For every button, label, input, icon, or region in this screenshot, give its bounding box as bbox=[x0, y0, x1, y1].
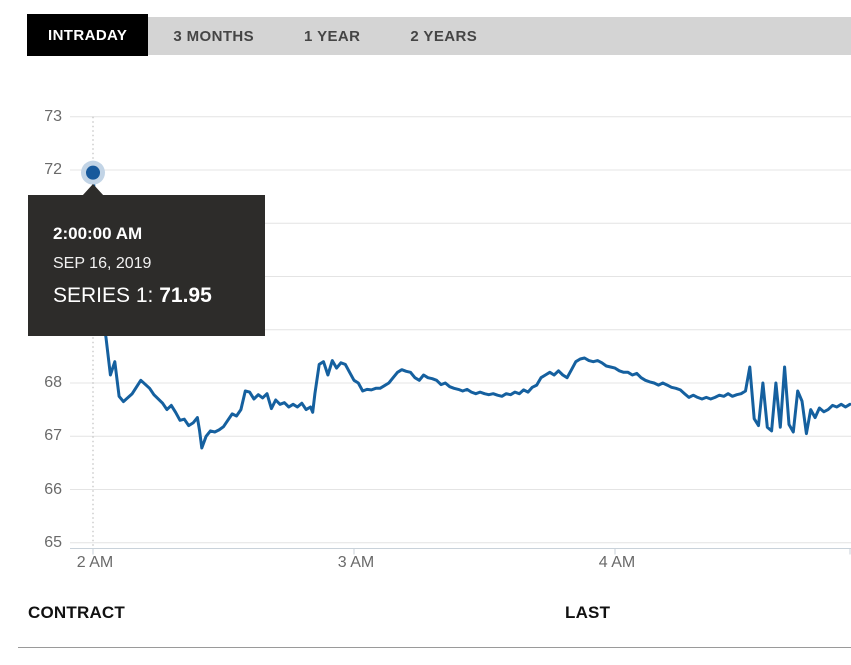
x-tick-label-3-am: 3 AM bbox=[326, 554, 386, 572]
tooltip-series-value: SERIES 1: 71.95 bbox=[53, 284, 265, 308]
x-tick-label-4-am: 4 AM bbox=[587, 554, 647, 572]
tooltip-caret bbox=[82, 184, 104, 196]
data-point-marker[interactable] bbox=[86, 166, 100, 180]
y-tick-label-65: 65 bbox=[28, 534, 62, 552]
y-tick-label-67: 67 bbox=[28, 427, 62, 445]
y-tick-label-72: 72 bbox=[28, 161, 62, 179]
chart-tooltip: 2:00:00 AM SEP 16, 2019 SERIES 1: 71.95 bbox=[28, 195, 265, 336]
x-tick-label-2-am: 2 AM bbox=[65, 554, 125, 572]
tooltip-time: 2:00:00 AM bbox=[53, 224, 265, 244]
column-header-contract: CONTRACT bbox=[28, 603, 125, 623]
column-header-last: LAST bbox=[565, 603, 610, 623]
tooltip-series-label: SERIES 1: bbox=[53, 284, 159, 307]
tooltip-value: 71.95 bbox=[159, 284, 212, 307]
intraday-chart-screen: INTRADAY 3 MONTHS 1 YEAR 2 YEARS 6566676… bbox=[0, 0, 851, 665]
y-tick-label-73: 73 bbox=[28, 108, 62, 126]
table-divider bbox=[18, 647, 851, 648]
tooltip-date: SEP 16, 2019 bbox=[53, 255, 265, 273]
y-tick-label-66: 66 bbox=[28, 481, 62, 499]
y-tick-label-68: 68 bbox=[28, 374, 62, 392]
